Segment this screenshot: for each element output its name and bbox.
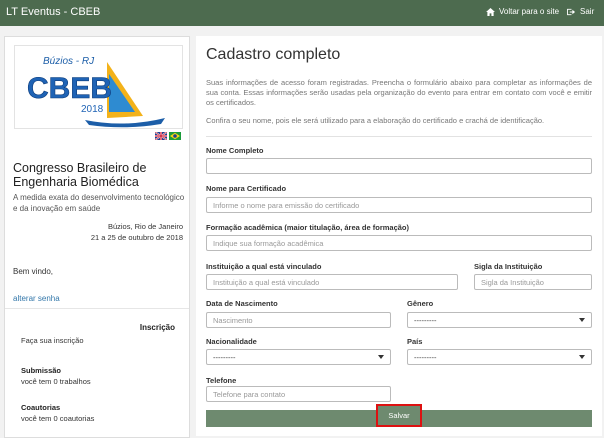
brazil-flag-icon[interactable]: [169, 132, 181, 140]
country-select[interactable]: ---------: [407, 349, 592, 365]
conference-title: Congresso Brasileiro de Engenharia Biomé…: [13, 161, 147, 189]
back-to-site-label: Voltar para o site: [499, 7, 560, 16]
full-name-input[interactable]: [206, 158, 592, 174]
conference-place-date: Búzios, Rio de Janeiro 21 a 25 de outubr…: [91, 221, 183, 243]
sidebar-divider: [5, 308, 189, 309]
language-flags: [155, 132, 181, 140]
submission-title[interactable]: Submissão: [21, 366, 61, 375]
uk-flag-icon[interactable]: [155, 132, 167, 140]
phone-input[interactable]: Telefone para contato: [206, 386, 391, 402]
coauthor-count: você tem 0 coautorias: [21, 414, 95, 423]
conference-location: Búzios, Rio de Janeiro: [107, 222, 183, 231]
confirm-note: Confira o seu nome, pois ele será utiliz…: [206, 116, 545, 125]
education-label: Formação acadêmica (maior titulação, áre…: [206, 223, 409, 232]
form-divider: [206, 136, 592, 137]
full-name-label: Nome Completo: [206, 146, 264, 155]
save-button[interactable]: Salvar: [376, 404, 422, 427]
chevron-down-icon: [378, 355, 384, 359]
top-navbar: LT Eventus - CBEB Voltar para o site Sai…: [0, 0, 604, 26]
logout-icon: [567, 8, 576, 15]
sidebar: Búzios - RJ CBEB 2018 Congresso Brasilei…: [4, 36, 190, 438]
birth-date-input[interactable]: Nascimento: [206, 312, 391, 328]
birth-date-label: Data de Nascimento: [206, 299, 278, 308]
cert-name-input[interactable]: Informe o nome para emissão do certifica…: [206, 197, 592, 213]
nationality-select[interactable]: ---------: [206, 349, 391, 365]
chevron-down-icon: [579, 318, 585, 322]
institution-acronym-label: Sigla da Instituição: [474, 262, 543, 271]
registration-heading: Inscrição: [139, 323, 175, 332]
nationality-selected: ---------: [213, 352, 236, 362]
logout-link[interactable]: Sair: [567, 7, 594, 16]
home-icon: [486, 7, 495, 16]
institution-label: Instituição a qual está vinculado: [206, 262, 322, 271]
main-content: Cadastro completo Suas informações de ac…: [196, 36, 602, 436]
back-to-site-link[interactable]: Voltar para o site: [486, 7, 559, 16]
institution-acronym-input[interactable]: Sigla da Instituição: [474, 274, 592, 290]
country-label: País: [407, 337, 423, 346]
logo-text-year: 2018: [81, 104, 104, 115]
gender-label: Gênero: [407, 299, 434, 308]
event-logo: Búzios - RJ CBEB 2018: [14, 45, 183, 129]
logo-text-main: CBEB: [27, 72, 112, 105]
logout-label: Sair: [580, 7, 595, 16]
logo-text-location: Búzios - RJ: [43, 56, 95, 67]
app-brand[interactable]: LT Eventus - CBEB: [6, 6, 100, 18]
registration-link[interactable]: Faça sua inscrição: [21, 336, 84, 345]
conference-dates: 21 a 25 de outubro de 2018: [90, 233, 183, 242]
submission-count: você tem 0 trabalhos: [21, 377, 91, 386]
intro-text: Suas informações de acesso foram registr…: [206, 78, 592, 107]
nationality-label: Nacionalidade: [206, 337, 257, 346]
education-input[interactable]: Indique sua formação acadêmica: [206, 235, 592, 251]
conference-description: A medida exata do desenvolvimento tecnol…: [13, 193, 185, 213]
phone-label: Telefone: [206, 376, 237, 385]
chevron-down-icon: [579, 355, 585, 359]
coauthor-title[interactable]: Coautorias: [21, 403, 60, 412]
cert-name-label: Nome para Certificado: [206, 184, 287, 193]
page-title: Cadastro completo: [206, 46, 341, 63]
welcome-text: Bem vindo,: [13, 267, 54, 276]
change-password-link[interactable]: alterar senha: [13, 294, 60, 303]
institution-input[interactable]: Instituição a qual está vinculado: [206, 274, 458, 290]
gender-selected: ---------: [414, 315, 437, 325]
gender-select[interactable]: ---------: [407, 312, 592, 328]
country-selected: ---------: [414, 352, 437, 362]
